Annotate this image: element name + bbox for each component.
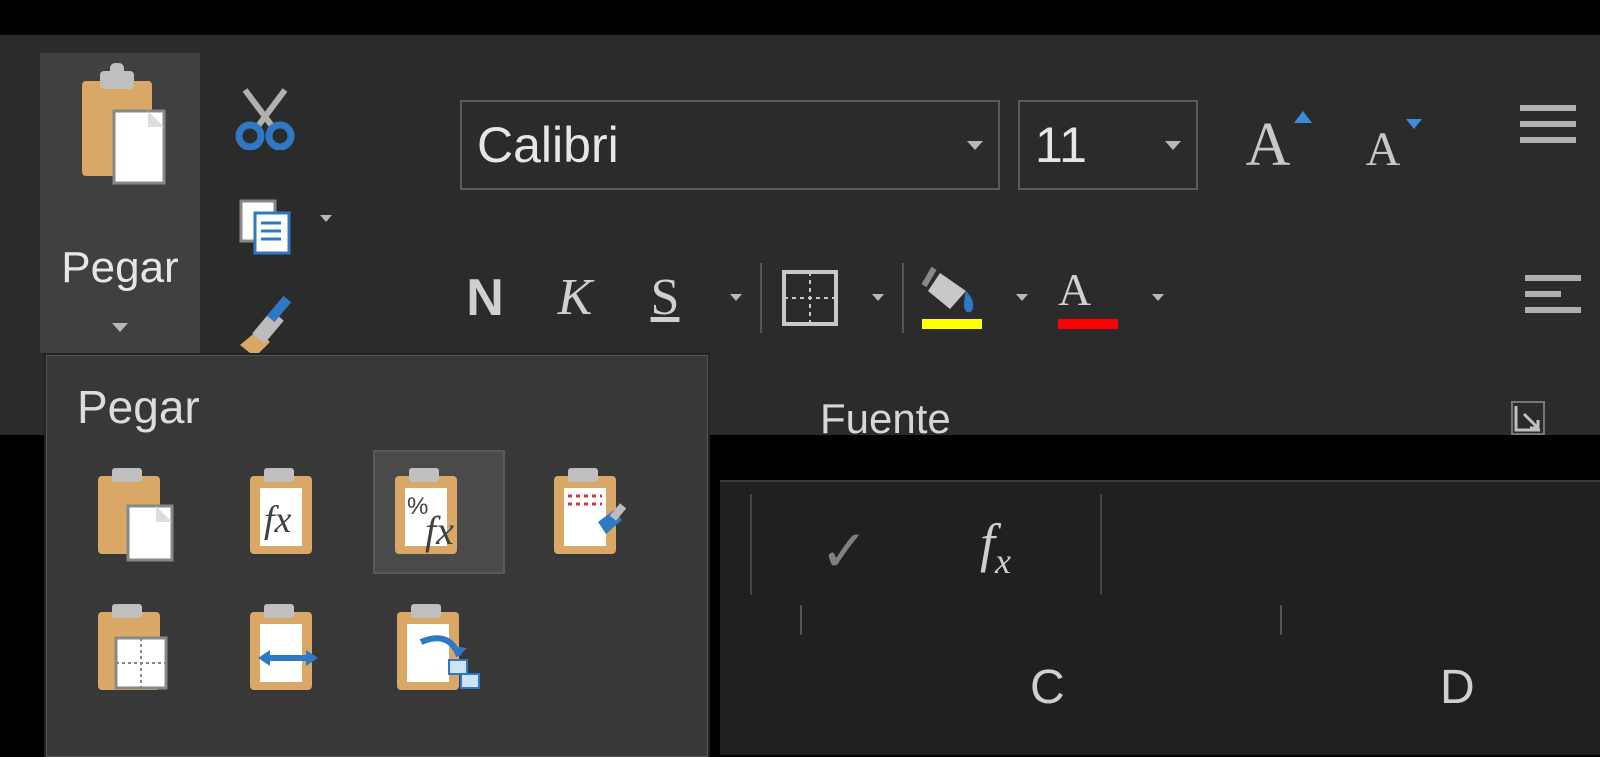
column-headers: C D <box>720 605 1600 755</box>
cut-button[interactable] <box>215 75 315 155</box>
font-size-combobox[interactable]: 11 <box>1018 100 1198 190</box>
triangle-up-icon <box>1294 111 1312 123</box>
font-color-button[interactable]: A <box>1058 267 1130 329</box>
fill-color-button[interactable] <box>922 267 994 329</box>
font-color-swatch <box>1058 319 1118 329</box>
font-dialog-launcher[interactable] <box>1510 400 1550 440</box>
paste-menu-title: Pegar <box>47 356 707 444</box>
enter-check-icon[interactable]: ✓ <box>820 517 869 585</box>
svg-text:fx: fx <box>264 499 292 541</box>
clipboard-percent-fx-icon: % fx <box>389 462 489 562</box>
triangle-down-icon <box>1406 119 1422 129</box>
increase-font-size-button[interactable]: A <box>1218 105 1318 185</box>
underline-dropdown-caret-icon[interactable] <box>730 294 742 301</box>
clipboard-width-icon <box>244 598 330 698</box>
copy-icon <box>235 195 295 255</box>
paste-option-formulas-number-format[interactable]: % fx <box>375 452 503 572</box>
copy-button[interactable] <box>215 185 315 265</box>
paste-option-keep-source-formatting[interactable] <box>527 452 655 572</box>
svg-text:fx: fx <box>425 508 454 553</box>
formula-bar: ✓ fx <box>720 480 1600 609</box>
letter-a-icon: A <box>1058 267 1130 313</box>
insert-function-button[interactable]: fx <box>980 512 1011 582</box>
paste-option-formulas[interactable]: fx <box>223 452 351 572</box>
borders-button[interactable] <box>780 268 850 328</box>
separator <box>902 263 904 333</box>
font-name-value: Calibri <box>477 116 967 174</box>
paste-options-menu: Pegar fx % fx <box>46 355 708 757</box>
clipboard-icon <box>92 462 178 562</box>
paste-option-no-borders[interactable] <box>71 588 199 708</box>
font-group-label: Fuente <box>820 395 951 443</box>
paste-split-button[interactable]: Pegar <box>40 53 200 353</box>
paste-option-transpose[interactable] <box>375 588 503 708</box>
chevron-down-icon <box>1165 141 1181 150</box>
letter-a-small-icon: A <box>1366 122 1401 177</box>
dialog-launcher-icon <box>1510 400 1546 436</box>
paste-label: Pegar <box>40 243 200 293</box>
font-color-dropdown-caret-icon[interactable] <box>1152 294 1164 301</box>
paste-dropdown-caret-icon[interactable] <box>112 323 128 332</box>
clipboard-transpose-icon <box>391 598 487 698</box>
scissors-icon <box>230 80 300 150</box>
copy-dropdown-caret-icon[interactable] <box>320 215 332 222</box>
borders-dropdown-caret-icon[interactable] <box>872 294 884 301</box>
align-top-button[interactable] <box>1520 105 1576 153</box>
font-name-combobox[interactable]: Calibri <box>460 100 1000 190</box>
clipboard-fx-icon: fx <box>244 462 330 562</box>
paintbrush-icon <box>230 290 300 360</box>
clipboard-paste-icon <box>72 63 172 198</box>
font-size-value: 11 <box>1035 116 1165 174</box>
chevron-down-icon <box>967 141 983 150</box>
paint-bucket-icon <box>922 267 984 317</box>
underline-button[interactable]: S <box>620 258 710 338</box>
align-left-button[interactable] <box>1525 275 1581 323</box>
paste-option-all[interactable] <box>71 452 199 572</box>
column-header-c[interactable]: C <box>1030 660 1065 715</box>
column-header-d[interactable]: D <box>1440 660 1475 715</box>
bold-button[interactable]: N <box>440 258 530 338</box>
separator <box>760 263 762 333</box>
letter-a-large-icon: A <box>1246 110 1291 181</box>
fill-color-swatch <box>922 319 982 329</box>
borders-icon <box>780 268 840 328</box>
clipboard-brush-icon <box>548 462 634 562</box>
fill-color-dropdown-caret-icon[interactable] <box>1016 294 1028 301</box>
decrease-font-size-button[interactable]: A <box>1338 113 1428 185</box>
italic-button[interactable]: K <box>530 258 620 338</box>
font-format-row: N K S A <box>440 250 1164 345</box>
paste-option-keep-column-widths[interactable] <box>223 588 351 708</box>
format-painter-button[interactable] <box>215 285 315 365</box>
clipboard-no-border-icon <box>92 598 178 698</box>
